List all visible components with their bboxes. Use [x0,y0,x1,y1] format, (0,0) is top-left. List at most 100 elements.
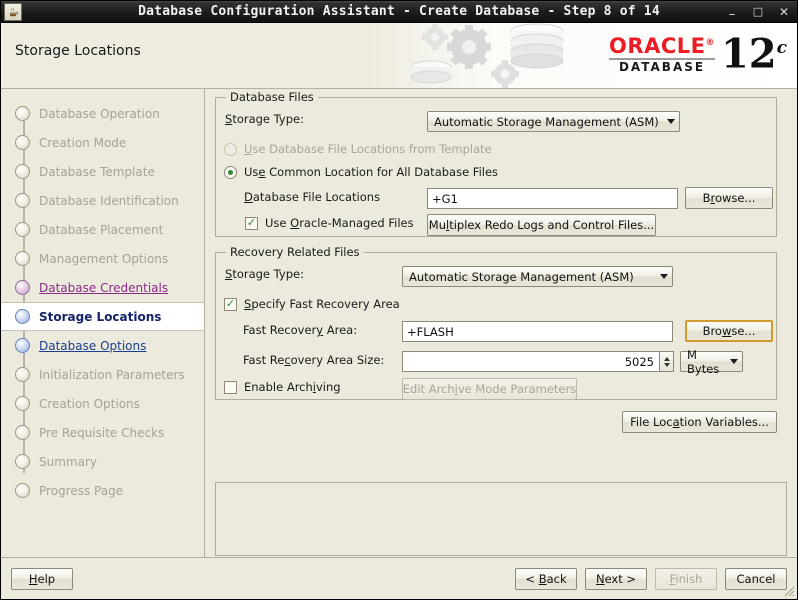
file-location-variables-label: File Location Variables... [630,415,769,429]
fast-recovery-area-size-value: 5025 [625,355,654,369]
back-label: < Back [525,572,566,586]
step-bullet-icon [15,222,30,237]
sidebar-item-progress-page[interactable]: Progress Page [1,476,204,505]
sidebar-item-database-identification[interactable]: Database Identification [1,186,204,215]
next-button[interactable]: Next > [585,568,647,590]
sidebar-item-label: Initialization Parameters [39,368,185,382]
back-button[interactable]: < Back [515,568,577,590]
sidebar-item-label: Database Template [39,165,155,179]
db-file-locations-label-row: Database File Locations [244,190,380,204]
sidebar-item-label: Storage Locations [39,310,161,324]
fast-recovery-area-input[interactable]: +FLASH [402,321,673,342]
browse-label: Browse... [703,324,756,338]
body-region: Database Operation Creation Mode Databas… [1,89,797,557]
database-file-locations-value: +G1 [432,192,458,206]
sidebar-item-storage-locations[interactable]: Storage Locations [1,302,204,331]
multiplex-redo-logs-button[interactable]: Multiplex Redo Logs and Control Files... [427,214,656,236]
sidebar-item-label: Summary [39,455,97,469]
stepper-up-icon[interactable] [664,357,670,361]
specify-fast-recovery-area-checkbox[interactable]: ✓ [224,298,237,311]
minimize-icon[interactable]: – [725,9,739,21]
sidebar-item-label: Database Placement [39,223,163,237]
sidebar-item-database-template[interactable]: Database Template [1,157,204,186]
enable-archiving-row[interactable]: Enable Archiving [224,380,341,394]
title-bar: Database Configuration Assistant - Creat… [1,1,797,23]
edit-archive-mode-parameters-button[interactable]: Edit Archive Mode Parameters [402,378,577,400]
fast-recovery-area-size-input[interactable]: 5025 [402,351,660,372]
maximize-icon[interactable]: □ [751,6,765,18]
use-template-locations-label: Use Database File Locations from Templat… [244,142,492,156]
resize-grip-icon[interactable] [781,583,795,597]
fra-size-unit-select[interactable]: M Bytes [680,351,743,372]
recovery-related-files-group: Recovery Related Files Storage Type: Aut… [215,252,777,400]
sidebar-item-summary[interactable]: Summary [1,447,204,476]
db-common-radio-row[interactable]: Use Common Location for All Database Fil… [224,165,498,179]
cancel-button[interactable]: Cancel [725,568,787,590]
recovery-storage-type-select[interactable]: Automatic Storage Management (ASM) [402,266,673,287]
recovery-files-group-title: Recovery Related Files [226,245,364,259]
finish-button[interactable]: Finish [655,568,717,590]
help-label: Help [29,572,55,586]
sidebar-item-database-operation[interactable]: Database Operation [1,99,204,128]
database-files-group: Database Files Storage Type: Automatic S… [215,97,777,237]
wizard-steps-sidebar: Database Operation Creation Mode Databas… [1,89,205,557]
help-button[interactable]: Help [11,568,73,590]
message-panel [215,482,787,556]
close-icon[interactable]: ✕ [777,6,791,18]
database-file-locations-browse-button[interactable]: Browse... [685,187,773,209]
sidebar-item-label: Database Identification [39,194,179,208]
chevron-down-icon [730,359,738,364]
fra-size-stepper[interactable] [660,351,674,372]
file-location-variables-button[interactable]: File Location Variables... [622,411,777,433]
sidebar-item-management-options[interactable]: Management Options [1,244,204,273]
fra-size-label-row: Fast Recovery Area Size: [243,353,384,367]
sidebar-item-creation-options[interactable]: Creation Options [1,389,204,418]
sidebar-item-label: Database Operation [39,107,160,121]
db-storage-type-select[interactable]: Automatic Storage Management (ASM) [427,111,680,132]
sidebar-item-database-placement[interactable]: Database Placement [1,215,204,244]
database-file-locations-input[interactable]: +G1 [427,188,678,209]
db-storage-type-label: Storage Type: [225,112,304,126]
step-bullet-icon [15,338,30,353]
sidebar-item-database-options[interactable]: Database Options [1,331,204,360]
finish-label: Finish [670,572,703,586]
use-common-location-radio[interactable] [224,166,237,179]
recovery-storage-type-value: Automatic Storage Management (ASM) [409,270,634,284]
sidebar-item-initialization-parameters[interactable]: Initialization Parameters [1,360,204,389]
version-number: 12c [721,29,787,73]
fra-label-row: Fast Recovery Area: [243,323,357,337]
enable-archiving-label: Enable Archiving [244,380,341,394]
step-bullet-icon [15,483,30,498]
db-storage-type-row: Storage Type: [225,112,304,126]
use-oracle-managed-files-checkbox[interactable]: ✓ [245,217,258,230]
sidebar-item-label: Progress Page [39,484,123,498]
cancel-label: Cancel [737,572,776,586]
next-label: Next > [596,572,636,586]
step-bullet-icon [15,367,30,382]
window-controls: – □ ✕ [725,6,791,18]
fast-recovery-area-browse-button[interactable]: Browse... [685,320,773,342]
gears-and-database-artwork [409,23,599,89]
chevron-down-icon [660,274,668,279]
enable-archiving-checkbox[interactable] [224,381,237,394]
specify-fra-row[interactable]: ✓ Specify Fast Recovery Area [224,297,400,311]
fast-recovery-area-value: +FLASH [407,325,454,339]
database-files-group-title: Database Files [226,90,318,104]
stepper-down-icon[interactable] [664,363,670,367]
sidebar-item-label: Database Options [39,339,146,353]
page-content: Database Files Storage Type: Automatic S… [205,89,797,557]
fra-size-spinner[interactable]: 5025 [402,351,674,372]
omf-checkbox-row[interactable]: ✓ Use Oracle-Managed Files [245,216,414,230]
sidebar-item-pre-requisite-checks[interactable]: Pre Requisite Checks [1,418,204,447]
use-template-locations-radio[interactable] [224,143,237,156]
step-bullet-icon [15,106,30,121]
page-banner: Storage Locations [1,23,797,89]
db-template-radio-row[interactable]: Use Database File Locations from Templat… [224,142,492,156]
sidebar-item-label: Creation Mode [39,136,126,150]
wizard-footer: Help < Back Next > Finish Cancel [1,557,797,599]
sidebar-item-creation-mode[interactable]: Creation Mode [1,128,204,157]
db-storage-type-value: Automatic Storage Management (ASM) [434,115,659,129]
application-window: Database Configuration Assistant - Creat… [0,0,798,600]
use-common-location-label: Use Common Location for All Database Fil… [244,165,498,179]
sidebar-item-database-credentials[interactable]: Database Credentials [1,273,204,302]
